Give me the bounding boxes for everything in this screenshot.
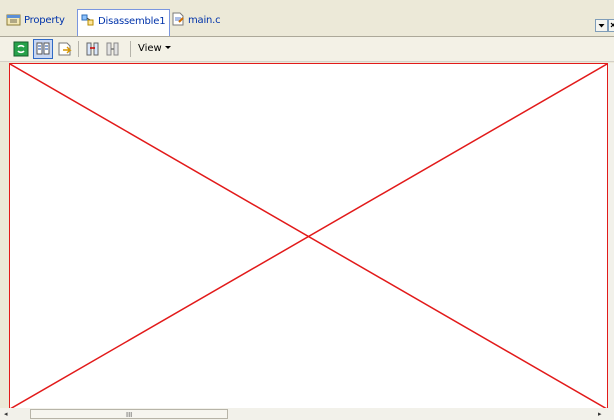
close-tab-button[interactable] xyxy=(608,19,614,32)
toolbar-separator xyxy=(78,41,79,57)
go-to-address-button[interactable] xyxy=(56,40,74,58)
horizontal-scrollbar[interactable]: ◂ III ▸ xyxy=(0,408,614,420)
tab-property[interactable]: Property xyxy=(4,10,69,32)
step-button[interactable] xyxy=(84,40,102,58)
toolbar-separator xyxy=(130,41,131,57)
tab-property-label: Property xyxy=(24,15,65,26)
horizontal-scroll-thumb[interactable]: III xyxy=(30,409,228,419)
chevron-down-icon xyxy=(598,24,605,28)
property-sheet-icon xyxy=(6,12,22,26)
disassembly-toolbar: View xyxy=(0,37,614,62)
source-file-icon xyxy=(170,12,186,26)
step-over-button[interactable] xyxy=(104,40,122,58)
scroll-right-arrow-icon[interactable]: ▸ xyxy=(598,410,602,418)
view-menu-label: View xyxy=(138,43,162,54)
close-icon xyxy=(610,22,614,28)
missing-content-cross xyxy=(10,64,607,409)
step-over-icon xyxy=(106,42,119,56)
thumb-grip: III xyxy=(126,411,133,419)
mixed-source-button[interactable] xyxy=(33,39,53,59)
tab-bar: Property Disassemble1 main.c xyxy=(0,8,614,36)
disassembly-view-placeholder[interactable] xyxy=(9,63,608,410)
document-tabstrip: Property Disassemble1 main.c xyxy=(0,0,614,37)
view-menu-button[interactable]: View xyxy=(138,42,171,56)
tab-main-c[interactable]: main.c xyxy=(168,10,224,32)
source-asm-icon xyxy=(36,42,50,55)
dropdown-arrow-icon xyxy=(164,46,171,49)
step-icon xyxy=(86,42,99,56)
disassembly-icon xyxy=(80,13,96,27)
scroll-left-arrow-icon[interactable]: ◂ xyxy=(4,410,8,418)
tab-list-dropdown-button[interactable] xyxy=(595,19,608,32)
tab-disassemble1-label: Disassemble1 xyxy=(98,16,166,27)
tab-disassemble1[interactable]: Disassemble1 xyxy=(77,9,171,36)
refresh-icon xyxy=(13,41,29,57)
tab-main-c-label: main.c xyxy=(188,15,221,26)
refresh-button[interactable] xyxy=(12,40,30,58)
document-arrow-icon xyxy=(58,42,72,56)
vertical-scrollbar[interactable] xyxy=(608,63,614,408)
